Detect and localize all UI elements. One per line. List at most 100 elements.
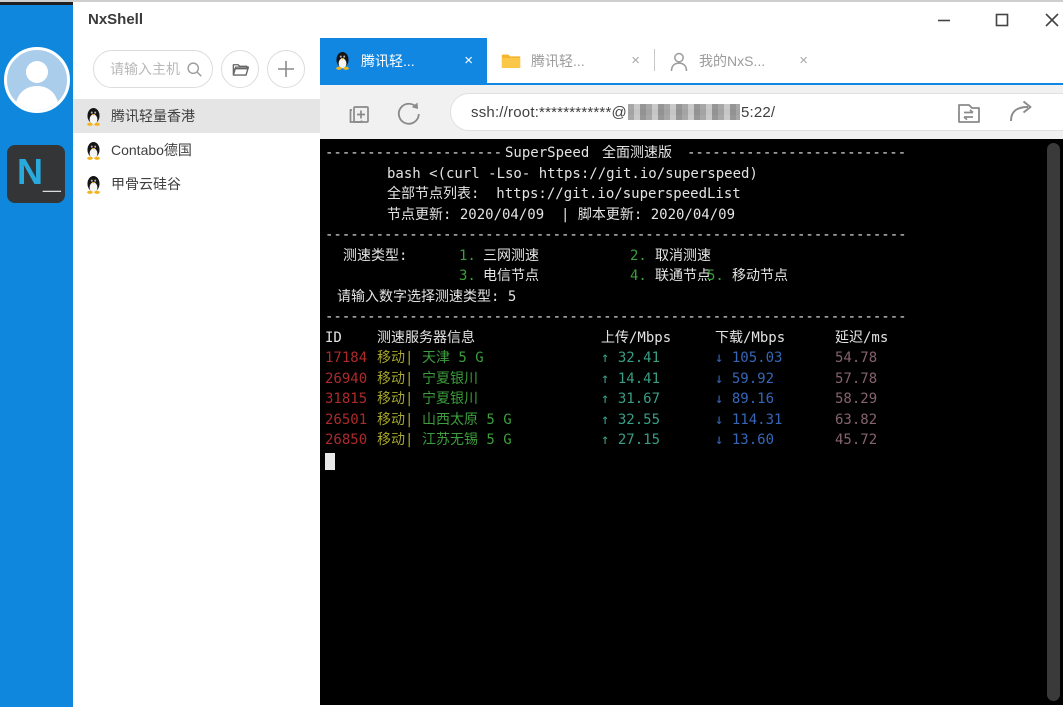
host-item-1[interactable]: Contabo德国	[73, 133, 320, 167]
carrier: 移动|	[377, 410, 413, 431]
terminal-line: ---------------------SuperSpeed全面测速版----…	[325, 143, 1041, 164]
tux-icon	[334, 51, 351, 70]
terminal-line: 请输入数字选择测速类型: 5	[325, 287, 1041, 308]
duplicate-plus-icon	[346, 100, 372, 126]
host-label: 甲骨云硅谷	[111, 174, 181, 194]
terminal-line: ----------------------------------------…	[325, 225, 1041, 246]
carrier: 移动|	[377, 348, 413, 369]
latency-ms: 58.29	[835, 389, 877, 410]
session-toolbar: ssh://root:************@5:22/	[320, 85, 1063, 139]
add-host-button[interactable]	[267, 50, 305, 88]
upload-mbps: ↑ 32.55	[601, 410, 660, 431]
col-server: 测速服务器信息	[377, 328, 475, 349]
location: 宁夏银川	[422, 369, 478, 390]
folder-icon	[231, 60, 250, 79]
download-mbps: ↓ 89.16	[715, 389, 774, 410]
search-input[interactable]	[108, 60, 194, 78]
folder-icon	[501, 52, 521, 69]
latency-ms: 45.72	[835, 430, 877, 451]
new-session-button[interactable]	[342, 97, 376, 129]
open-folder-button[interactable]	[221, 50, 259, 88]
plus-icon	[277, 60, 295, 78]
tab-close-icon[interactable]: ×	[460, 52, 477, 69]
download-mbps: ↓ 105.03	[715, 348, 782, 369]
forward-button[interactable]	[1004, 97, 1038, 129]
speedtest-table-header: ID测速服务器信息上传/Mbps下载/Mbps延迟/ms	[325, 328, 1041, 349]
download-mbps: ↓ 114.31	[715, 410, 782, 431]
carrier: 移动|	[377, 389, 413, 410]
maximize-button[interactable]	[979, 2, 1025, 38]
close-icon	[1044, 12, 1060, 28]
download-mbps: ↓ 59.92	[715, 369, 774, 390]
upload-mbps: ↑ 31.67	[601, 389, 660, 410]
col-id: ID	[325, 328, 342, 349]
app-title: NxShell	[88, 11, 143, 28]
node-id: 26501	[325, 410, 367, 431]
speedtest-table-row: 26940 移动| 宁夏银川 ↑ 14.41 ↓ 59.92 57.78	[325, 369, 1041, 390]
terminal-line: bash <(curl -Lso- https://git.io/supersp…	[325, 164, 1041, 185]
maximize-icon	[994, 12, 1010, 28]
person-icon	[669, 51, 689, 71]
tux-icon	[85, 141, 102, 160]
tab-label: 我的NxS...	[699, 51, 785, 71]
location: 天津 5 G	[422, 348, 484, 369]
file-transfer-button[interactable]	[952, 97, 986, 129]
logo-underscore: _	[43, 159, 61, 196]
tux-icon	[85, 175, 102, 194]
upload-mbps: ↑ 32.41	[601, 348, 660, 369]
node-id: 26940	[325, 369, 367, 390]
latency-ms: 54.78	[835, 348, 877, 369]
host-item-0[interactable]: 腾讯轻量香港	[73, 99, 320, 133]
location: 山西太原 5 G	[422, 410, 512, 431]
terminal-line: ----------------------------------------…	[325, 307, 1041, 328]
host-list: 腾讯轻量香港 Contabo德国 甲骨云硅谷	[73, 99, 320, 201]
search-icon	[186, 61, 203, 78]
host-search[interactable]	[93, 50, 213, 88]
redacted-ip	[628, 104, 740, 120]
upload-mbps: ↑ 27.15	[601, 430, 660, 451]
address-prefix: ssh://root:************@	[471, 104, 627, 121]
latency-ms: 63.82	[835, 410, 877, 431]
terminal-line: 节点更新: 2020/04/09 | 脚本更新: 2020/04/09	[325, 205, 1041, 226]
terminal-cursor	[325, 453, 335, 470]
host-item-2[interactable]: 甲骨云硅谷	[73, 167, 320, 201]
host-panel: 腾讯轻量香港 Contabo德国 甲骨云硅谷	[73, 38, 320, 705]
nxshell-logo[interactable]: N _	[7, 145, 65, 203]
tab-bar: 腾讯轻...× 腾讯轻...× 我的NxS...×	[320, 38, 1063, 83]
tab-1[interactable]: 腾讯轻... ×	[487, 38, 654, 83]
location: 宁夏银川	[422, 389, 478, 410]
terminal-line: 全部节点列表: https://git.io/superspeedList	[325, 184, 1041, 205]
user-avatar[interactable]	[4, 47, 70, 113]
terminal[interactable]: ---------------------SuperSpeed全面测速版----…	[320, 139, 1063, 705]
node-id: 17184	[325, 348, 367, 369]
close-button[interactable]	[1029, 2, 1063, 38]
terminal-line: 测速类型:1.三网测速2.取消测速	[325, 246, 1041, 267]
carrier: 移动|	[377, 430, 413, 451]
person-avatar-icon	[7, 50, 67, 110]
speedtest-table-row: 26501 移动| 山西太原 5 G ↑ 32.55 ↓ 114.31 63.82	[325, 410, 1041, 431]
speedtest-table-row: 17184 移动| 天津 5 G ↑ 32.41 ↓ 105.03 54.78	[325, 348, 1041, 369]
terminal-scrollbar[interactable]	[1047, 143, 1060, 701]
tab-0[interactable]: 腾讯轻...×	[320, 38, 487, 83]
tab-label: 腾讯轻...	[531, 51, 617, 71]
tab-2[interactable]: 我的NxS... ×	[655, 38, 822, 83]
reload-button[interactable]	[392, 97, 426, 129]
upload-mbps: ↑ 14.41	[601, 369, 660, 390]
host-label: Contabo德国	[111, 140, 192, 160]
title-bar: NxShell	[73, 2, 1063, 38]
carrier: 移动|	[377, 369, 413, 390]
tab-close-icon[interactable]: ×	[795, 52, 812, 69]
speedtest-table-row: 26850移动|江苏无锡 5 G↑ 27.15↓ 13.6045.72	[325, 430, 1041, 451]
col-upload: 上传/Mbps	[601, 328, 671, 349]
speedtest-table-row: 31815移动|宁夏银川↑ 31.67↓ 89.1658.29	[325, 389, 1041, 410]
minimize-button[interactable]	[921, 2, 967, 38]
latency-ms: 57.78	[835, 369, 877, 390]
col-latency: 延迟/ms	[835, 328, 888, 349]
left-rail: N _	[0, 2, 73, 707]
location: 江苏无锡 5 G	[422, 430, 512, 451]
curved-arrow-icon	[1006, 99, 1036, 127]
download-mbps: ↓ 13.60	[715, 430, 774, 451]
file-transfer-icon	[955, 99, 983, 127]
tab-close-icon[interactable]: ×	[627, 52, 644, 69]
tux-icon	[85, 107, 102, 126]
